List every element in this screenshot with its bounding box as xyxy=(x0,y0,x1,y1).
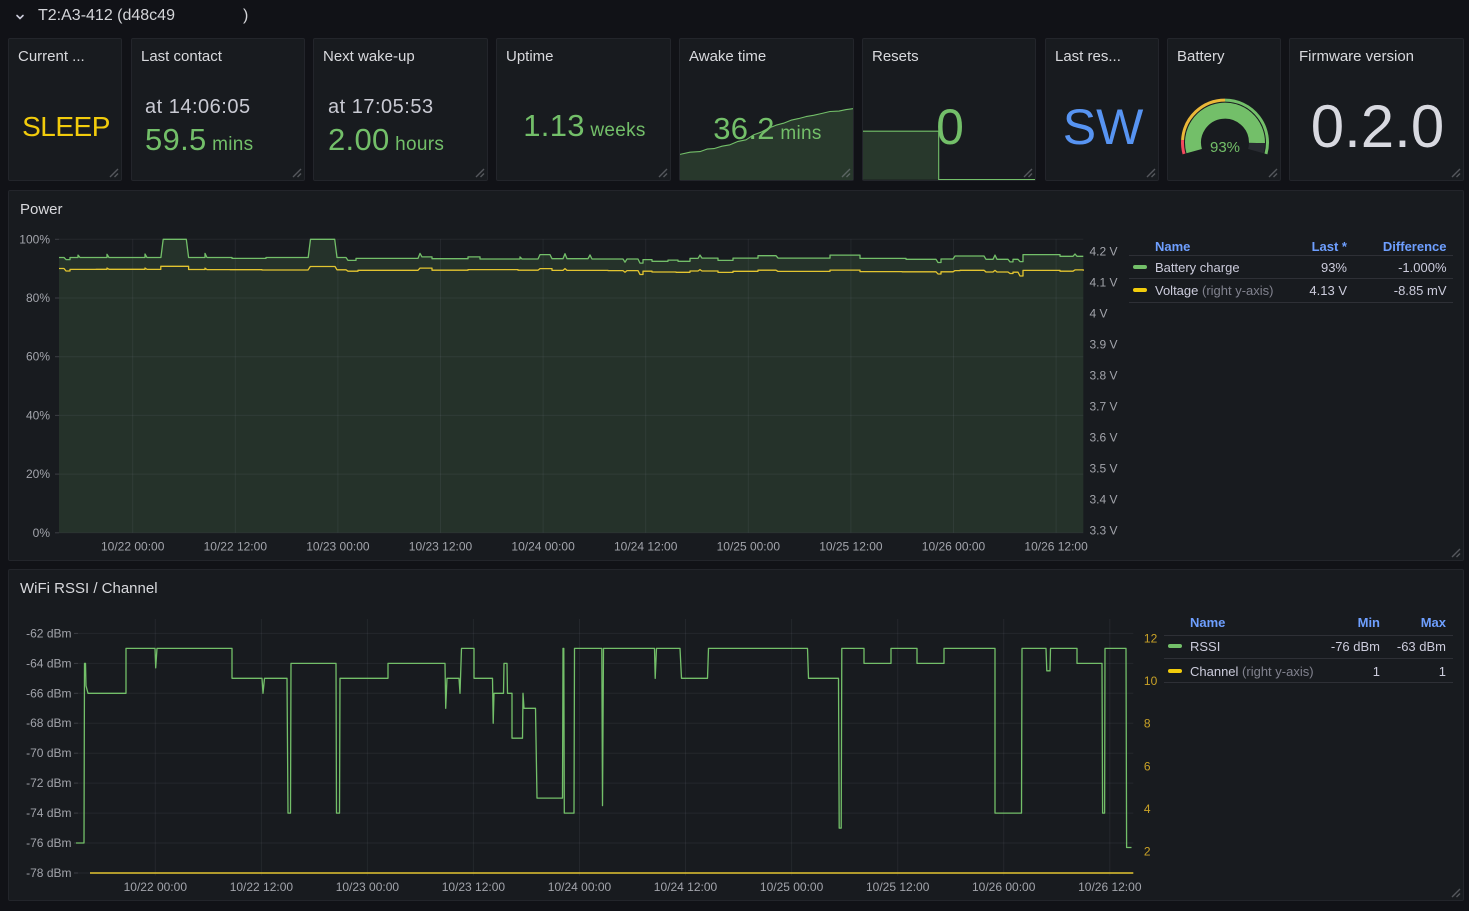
svg-text:10/24 12:00: 10/24 12:00 xyxy=(614,540,678,554)
svg-text:10/23 12:00: 10/23 12:00 xyxy=(442,880,506,894)
svg-text:20%: 20% xyxy=(26,467,50,481)
svg-text:10/23 00:00: 10/23 00:00 xyxy=(336,880,400,894)
svg-text:-70 dBm: -70 dBm xyxy=(26,746,71,760)
svg-text:2: 2 xyxy=(1144,844,1151,858)
svg-text:3.4 V: 3.4 V xyxy=(1090,493,1118,507)
svg-text:4.1 V: 4.1 V xyxy=(1090,276,1118,290)
svg-text:-78 dBm: -78 dBm xyxy=(26,866,71,880)
svg-text:10: 10 xyxy=(1144,674,1158,688)
svg-text:10/22 00:00: 10/22 00:00 xyxy=(124,880,188,894)
svg-text:10/25 12:00: 10/25 12:00 xyxy=(819,540,883,554)
svg-text:3.3 V: 3.3 V xyxy=(1090,524,1118,538)
svg-text:0%: 0% xyxy=(33,526,51,540)
svg-text:12: 12 xyxy=(1144,632,1158,646)
svg-text:10/22 12:00: 10/22 12:00 xyxy=(204,540,268,554)
svg-text:10/26 00:00: 10/26 00:00 xyxy=(972,880,1036,894)
svg-text:40%: 40% xyxy=(26,408,50,422)
svg-text:100%: 100% xyxy=(19,232,50,246)
svg-text:3.8 V: 3.8 V xyxy=(1090,369,1118,383)
svg-text:3.7 V: 3.7 V xyxy=(1090,400,1118,414)
svg-text:-74 dBm: -74 dBm xyxy=(26,806,71,820)
svg-text:6: 6 xyxy=(1144,759,1151,773)
svg-text:10/26 12:00: 10/26 12:00 xyxy=(1078,880,1142,894)
svg-text:10/22 00:00: 10/22 00:00 xyxy=(101,540,165,554)
svg-text:3.9 V: 3.9 V xyxy=(1090,338,1118,352)
svg-text:10/23 12:00: 10/23 12:00 xyxy=(409,540,473,554)
svg-text:3.6 V: 3.6 V xyxy=(1090,431,1118,445)
svg-text:10/23 00:00: 10/23 00:00 xyxy=(306,540,370,554)
svg-text:60%: 60% xyxy=(26,350,50,364)
svg-text:3.5 V: 3.5 V xyxy=(1090,462,1118,476)
svg-text:4 V: 4 V xyxy=(1090,307,1108,321)
svg-text:4.2 V: 4.2 V xyxy=(1090,245,1118,259)
svg-text:-76 dBm: -76 dBm xyxy=(26,836,71,850)
svg-text:10/24 00:00: 10/24 00:00 xyxy=(548,880,612,894)
svg-text:10/25 00:00: 10/25 00:00 xyxy=(717,540,781,554)
svg-text:10/24 00:00: 10/24 00:00 xyxy=(511,540,575,554)
svg-text:8: 8 xyxy=(1144,717,1151,731)
svg-text:-72 dBm: -72 dBm xyxy=(26,776,71,790)
svg-text:10/26 12:00: 10/26 12:00 xyxy=(1024,540,1088,554)
svg-text:-66 dBm: -66 dBm xyxy=(26,686,71,700)
svg-text:-64 dBm: -64 dBm xyxy=(26,656,71,670)
svg-text:10/25 12:00: 10/25 12:00 xyxy=(866,880,930,894)
svg-text:4: 4 xyxy=(1144,802,1151,816)
svg-text:10/26 00:00: 10/26 00:00 xyxy=(922,540,986,554)
svg-text:10/22 12:00: 10/22 12:00 xyxy=(230,880,294,894)
svg-text:10/25 00:00: 10/25 00:00 xyxy=(760,880,824,894)
svg-text:-62 dBm: -62 dBm xyxy=(26,626,71,640)
svg-text:10/24 12:00: 10/24 12:00 xyxy=(654,880,718,894)
svg-text:80%: 80% xyxy=(26,291,50,305)
svg-text:-68 dBm: -68 dBm xyxy=(26,716,71,730)
